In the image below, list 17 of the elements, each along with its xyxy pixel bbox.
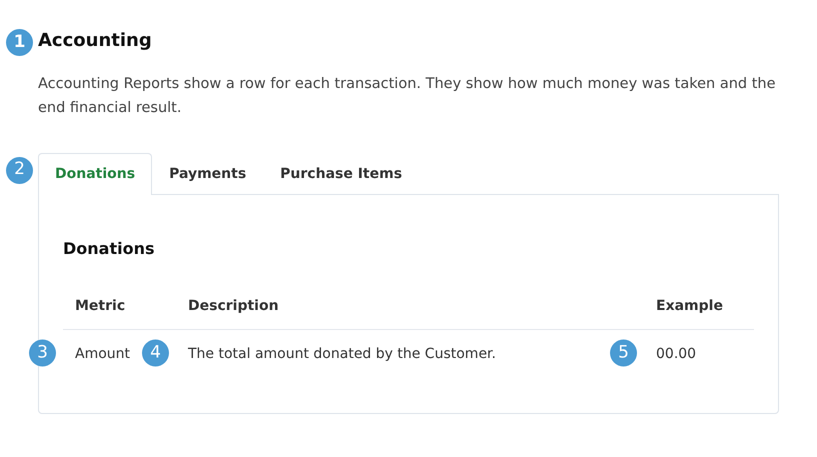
column-header: Metric [63,284,176,330]
section-title: Donations [63,238,156,258]
page-title: Accounting [38,30,152,51]
number-marker: 3 [29,340,56,367]
column-header: Description [176,284,644,330]
tab[interactable]: Donations [38,152,152,195]
number-marker: 5 [610,340,637,367]
table-cell: The total amount donated by the Customer. [188,346,496,362]
table-cell: 00.00 [656,346,696,362]
tab[interactable]: Payments [152,152,264,195]
intro-paragraph: Accounting Reports show a row for each transaction. They show how much money was taken and the end financial result. [38,74,777,118]
table-cell: Amount [75,346,130,362]
tab[interactable]: Purchase Items [263,152,420,195]
number-marker: 4 [142,340,169,367]
column-header: Example [644,284,754,330]
number-marker: 1 [6,29,33,56]
number-marker: 2 [6,156,33,184]
